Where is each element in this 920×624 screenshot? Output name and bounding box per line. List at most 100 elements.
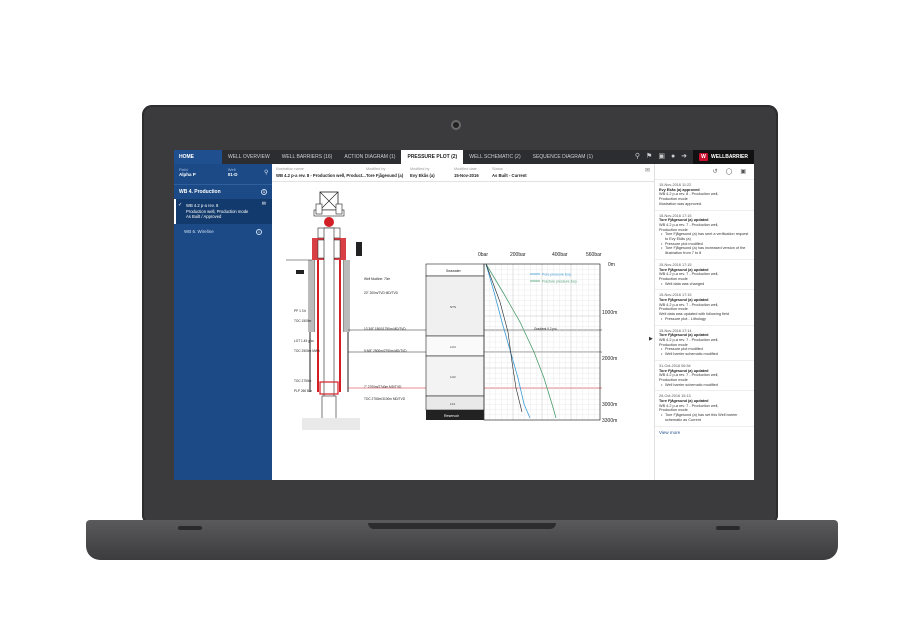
annotation: TOC 2750m bbox=[294, 379, 312, 383]
legend-label: Pore pressure Exp. bbox=[542, 273, 572, 277]
history-icon[interactable]: ↺ bbox=[713, 168, 718, 175]
annotation: Well Mudline: 70m bbox=[364, 277, 391, 281]
sidebar-search-icon[interactable]: ⚲ bbox=[264, 169, 268, 176]
info-status: Status As Built - Current bbox=[492, 167, 552, 178]
history-entry[interactable]: 15-Nov-2016 17:15 Tore Fjågesund (a) upda… bbox=[655, 260, 754, 291]
stratum-label: LO2 bbox=[450, 375, 456, 379]
tab-well-schematic[interactable]: WELL SCHEMATIC (2) bbox=[463, 150, 526, 164]
tab-action-diagram[interactable]: ACTION DIAGRAM (1) bbox=[338, 150, 401, 164]
seawater-label: Seawater bbox=[446, 269, 462, 273]
plot-legend: Pore pressure Exp. Fracture pressure Exp… bbox=[530, 273, 578, 284]
info-label: Modified by bbox=[366, 167, 386, 171]
stratum-label: LO4 bbox=[450, 345, 456, 349]
fracture-pressure-curve bbox=[485, 263, 557, 419]
entry-bullet: Tore Fjågesund (a) has set this Well bar… bbox=[659, 413, 750, 422]
y-tick-label: 3300m bbox=[602, 418, 617, 424]
send-icon[interactable]: ✉ bbox=[645, 167, 650, 178]
top-navigation: HOME WELL OVERVIEW WELL BARRIERS (16) AC… bbox=[174, 150, 754, 164]
x-tick-label: 200bar bbox=[510, 252, 526, 258]
laptop-foot-right bbox=[716, 526, 740, 530]
toolbar-icons: ⚲ ⚑ ▣ ● ➜ bbox=[635, 150, 693, 164]
entry-bullet: Pressure plot - Lithology bbox=[659, 317, 750, 322]
sidebar-field-selectors: Field Alpha P Well 01-D bbox=[174, 164, 272, 180]
search-icon[interactable]: ⚲ bbox=[635, 150, 640, 164]
chat-icon[interactable]: ▣ bbox=[658, 150, 665, 164]
item-label: WB 6. Wireline bbox=[184, 228, 214, 234]
laptop-foot-left bbox=[178, 526, 202, 530]
section-count-badge: 1 bbox=[261, 189, 267, 195]
history-entry[interactable]: 15-Nov-2016 17:14 Tore Fjågesund (a) upda… bbox=[655, 326, 754, 361]
gradient-curve bbox=[485, 263, 523, 413]
sidebar-item-wireline[interactable]: WB 6. Wireline 1 bbox=[174, 224, 272, 240]
logout-icon[interactable]: ➜ bbox=[681, 150, 687, 164]
comment-icon[interactable]: ◯ bbox=[726, 168, 733, 175]
tab-sequence-diagram[interactable]: SEQUENCE DIAGRAM (1) bbox=[527, 150, 599, 164]
info-modified-date: Modified date 15-Nov-2016 bbox=[454, 167, 484, 178]
wellbarrier-logo-icon: W bbox=[699, 153, 709, 161]
view-more-link[interactable]: View more bbox=[655, 427, 754, 438]
history-entry[interactable]: 15-Nov-2016 17:15 Tore Fjågesund (a) upda… bbox=[655, 211, 754, 260]
annotation: 13 3/8" 1800/1750m MD/TVD bbox=[364, 327, 406, 331]
history-entry[interactable]: 15-Nov-2016 17:15 Tore Fjågesund (a) upda… bbox=[655, 290, 754, 326]
sidebar-item-active[interactable]: ✓ WB 4.2 p-a rev. 8 Production well, Pro… bbox=[174, 199, 272, 224]
entry-bullet: Well barrier schematic modified bbox=[659, 352, 750, 357]
info-value: Tore Fjågesund (a) bbox=[366, 173, 404, 178]
info-value: WB 4.2 p-a rev. 8 - Production well, Pro… bbox=[276, 173, 366, 178]
tab-well-overview[interactable]: WELL OVERVIEW bbox=[222, 150, 276, 164]
y-tick-label: 0m bbox=[608, 262, 615, 268]
stratum-label: NTS bbox=[450, 305, 456, 309]
y-tick-label: 1000m bbox=[602, 310, 617, 316]
laptop-base-notch bbox=[368, 523, 556, 529]
legend-label: Fracture pressure Exp. bbox=[542, 280, 578, 284]
history-entry[interactable]: 15-Nov-2016 11:22 Evy Ekås (a) approved WB… bbox=[655, 180, 754, 211]
well-value: 01-D bbox=[227, 172, 238, 177]
info-label: Modified date bbox=[454, 167, 477, 171]
pressure-plot-area: Well Mudline: 70m 20" 200m/TVD MD/TVD 13… bbox=[272, 182, 654, 480]
inbox-icon[interactable]: ▣ bbox=[740, 168, 746, 175]
pore-pressure-curve bbox=[485, 263, 531, 419]
entry-bullet: Tore Fjågesund (a) has increased version… bbox=[659, 246, 750, 255]
annotation: 9 5/8" 2500m/2750m MD/TVD bbox=[364, 349, 407, 353]
pressure-axis-labels: 0bar 200bar 400bar 560bar 0m 1000m 2000m… bbox=[478, 252, 617, 424]
item-line: As Built / Approved bbox=[186, 214, 222, 219]
history-panel-toolbar: ↺ ◯ ▣ bbox=[655, 164, 754, 180]
sidebar: Field Alpha P Well 01-D ⚲ WB 4. Producti… bbox=[174, 164, 272, 480]
history-panel: ▶ ↺ ◯ ▣ 15-Nov-2016 11:22 Evy Ekås (a) ap… bbox=[649, 164, 754, 480]
annotation: TOC 1500m bbox=[294, 319, 312, 323]
item-count-badge: 1 bbox=[256, 228, 262, 235]
info-modified-by: Modified by Tore Fjågesund (a) bbox=[366, 167, 404, 178]
home-tab[interactable]: HOME bbox=[174, 150, 222, 164]
pressure-grid bbox=[483, 263, 601, 421]
collapse-arrow-icon[interactable]: ▶ bbox=[649, 336, 653, 342]
sidebar-section-production[interactable]: WB 4. Production 1 bbox=[174, 184, 272, 199]
x-tick-label: 560bar bbox=[586, 252, 602, 258]
info-value: As Built - Current bbox=[492, 173, 527, 178]
annotation: PP 1 3 b bbox=[294, 309, 306, 313]
gradient-label: Gradient 0.2 psi bbox=[534, 327, 557, 331]
user-icon[interactable]: ● bbox=[671, 150, 675, 164]
history-entry[interactable]: 26-Oct-2016 15:13 Tore Fjågesund (a) upda… bbox=[655, 391, 754, 427]
tab-pressure-plot[interactable]: PRESSURE PLOT (2) bbox=[401, 150, 464, 164]
x-tick-label: 0bar bbox=[478, 252, 488, 258]
mail-icon[interactable]: ✉ bbox=[262, 201, 266, 208]
well-selector[interactable]: Well 01-D bbox=[228, 167, 238, 177]
info-value: Evy Ekås (a) bbox=[410, 173, 435, 178]
entry-bullet: Tore Fjågesund (a) has sent a verificati… bbox=[659, 232, 750, 241]
info-label: Illustration name bbox=[276, 167, 304, 171]
info-verified-by: Modified by Evy Ekås (a) bbox=[410, 167, 446, 178]
pressure-plot-svg: Well Mudline: 70m 20" 200m/TVD MD/TVD 13… bbox=[286, 191, 617, 430]
entry-bullet: Well barrier schematic modified bbox=[659, 383, 750, 388]
lithology-column: Seawater Reservoir NTS LO4 LO2 LK1 bbox=[425, 263, 485, 420]
brand-logo: W WELLBARRIER bbox=[693, 150, 754, 164]
flag-icon[interactable]: ⚑ bbox=[646, 150, 652, 164]
history-entry[interactable]: 31-Oct-2016 06:54 Tore Fjågesund (a) upda… bbox=[655, 361, 754, 392]
tab-well-barriers[interactable]: WELL BARRIERS (16) bbox=[276, 150, 339, 164]
section-title: WB 4. Production bbox=[179, 189, 221, 195]
info-value: 15-Nov-2016 bbox=[454, 173, 479, 178]
camera-icon bbox=[451, 120, 461, 130]
check-icon: ✓ bbox=[178, 202, 183, 208]
y-tick-label: 3000m bbox=[602, 402, 617, 408]
annotation: 20" 200m/TVD MD/TVD bbox=[364, 291, 399, 295]
illustration-info-bar: Illustration name WB 4.2 p-a rev. 8 - Pr… bbox=[272, 164, 654, 182]
field-selector[interactable]: Field Alpha P bbox=[179, 167, 196, 177]
